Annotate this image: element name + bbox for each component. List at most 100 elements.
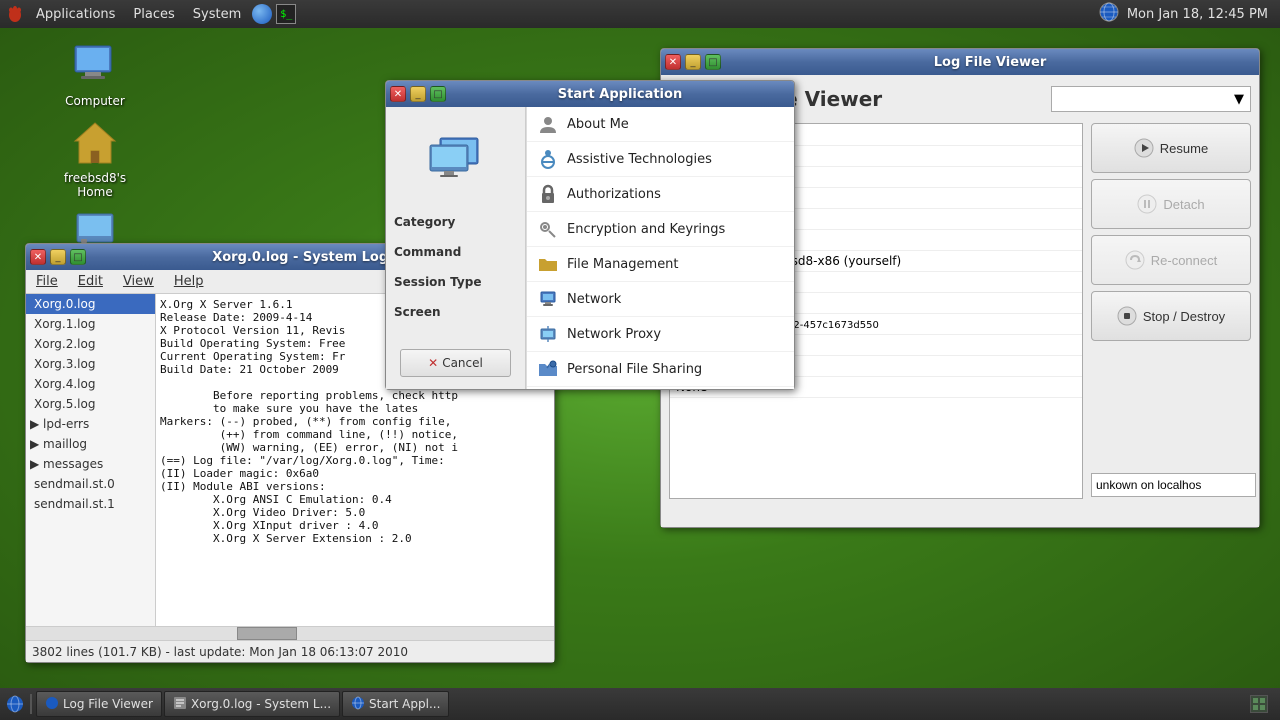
startapp-title: Start Application: [450, 87, 790, 102]
send-input[interactable]: [1091, 473, 1256, 497]
startapp-left-panel: Category Command Session Type Screen ✕ C…: [386, 107, 526, 389]
syslog-menu-view[interactable]: View: [113, 272, 164, 291]
menu-item-fileshare-label: Personal File Sharing: [567, 362, 702, 377]
resume-label: Resume: [1160, 141, 1208, 156]
home-icon: [71, 119, 119, 167]
stop-destroy-label: Stop / Destroy: [1143, 309, 1225, 324]
menu-item-encryption[interactable]: Encryption and Keyrings: [527, 212, 794, 247]
menu-item-assistive[interactable]: Assistive Technologies: [527, 142, 794, 177]
menu-item-file-sharing[interactable]: Personal File Sharing: [527, 352, 794, 387]
logfile-min-button[interactable]: _: [685, 54, 701, 70]
stop-destroy-button[interactable]: Stop / Destroy: [1091, 291, 1251, 341]
syslog-item-xorg3[interactable]: Xorg.3.log: [26, 354, 155, 374]
computer-label: Computer: [65, 94, 125, 108]
startapp-content: Category Command Session Type Screen ✕ C…: [386, 107, 794, 389]
syslog-scrollbar[interactable]: [26, 626, 554, 640]
syslog-scrollbar-thumb[interactable]: [237, 627, 297, 640]
taskbar-globe-icon: [45, 696, 59, 713]
syslog-close-button[interactable]: ✕: [30, 249, 46, 265]
menu-item-enc-label: Encryption and Keyrings: [567, 222, 725, 237]
taskbar: Log File Viewer Xorg.0.log - System L...…: [0, 688, 1280, 720]
syslog-max-button[interactable]: □: [70, 249, 86, 265]
syslog-item-xorg4[interactable]: Xorg.4.log: [26, 374, 155, 394]
startapp-session-row: Session Type: [394, 275, 517, 289]
startapp-category-row: Category: [394, 215, 517, 229]
syslog-menu-edit[interactable]: Edit: [68, 272, 113, 291]
syslog-item-xorg5[interactable]: Xorg.5.log: [26, 394, 155, 414]
startapp-min-button[interactable]: _: [410, 86, 426, 102]
menu-item-network-proxy[interactable]: Network Proxy: [527, 317, 794, 352]
menu-item-assistive-label: Assistive Technologies: [567, 152, 712, 167]
logfile-titlebar[interactable]: ✕ _ □ Log File Viewer: [661, 49, 1259, 75]
session-type-label: Session Type: [394, 275, 517, 289]
gnome-foot-icon[interactable]: [4, 3, 26, 25]
logfile-machine-dropdown[interactable]: ▼: [1051, 86, 1251, 112]
auth-icon: [537, 183, 559, 205]
syslog-item-xorg0[interactable]: Xorg.0.log: [26, 294, 155, 314]
detach-label: Detach: [1163, 197, 1204, 212]
startapp-close-button[interactable]: ✕: [390, 86, 406, 102]
command-label: Command: [394, 245, 517, 259]
logfile-max-button[interactable]: □: [705, 54, 721, 70]
layout-icon[interactable]: [1250, 695, 1268, 713]
startapp-screen-row: Screen: [394, 305, 517, 319]
detach-button[interactable]: Detach: [1091, 179, 1251, 229]
taskbar-startapp-icon: [351, 696, 365, 713]
reconnect-button[interactable]: Re-connect: [1091, 235, 1251, 285]
taskbar-startapp-btn[interactable]: Start Appl...: [342, 691, 449, 717]
taskbar-syslog-label: Xorg.0.log - System L...: [191, 697, 331, 711]
syslog-menu-file[interactable]: File: [26, 272, 68, 291]
top-panel-left: Applications Places System $_: [4, 0, 297, 28]
desktop-icon-computer[interactable]: Computer: [55, 38, 135, 112]
startapp-icon: [416, 119, 496, 199]
syslog-item-sendmail0[interactable]: sendmail.st.0: [26, 474, 155, 494]
startapp-titlebar[interactable]: ✕ _ □ Start Application: [386, 81, 794, 107]
menu-item-proxy-label: Network Proxy: [567, 327, 661, 342]
startapp-command-row: Command: [394, 245, 517, 259]
logfile-close-button[interactable]: ✕: [665, 54, 681, 70]
menu-item-about-me[interactable]: About Me: [527, 107, 794, 142]
taskbar-logfile-btn[interactable]: Log File Viewer: [36, 691, 162, 717]
folder-icon: [537, 253, 559, 275]
cancel-button[interactable]: ✕ Cancel: [400, 349, 511, 377]
taskbar-logfile-label: Log File Viewer: [63, 697, 153, 711]
network-icon[interactable]: [251, 3, 273, 25]
applications-menu[interactable]: Applications: [28, 0, 123, 28]
menu-item-notifications[interactable]: ! Pop-Up Notifications: [527, 387, 794, 389]
home-label: freebsd8's Home: [59, 171, 131, 199]
globe-icon-right: [1099, 2, 1119, 26]
syslog-item-xorg1[interactable]: Xorg.1.log: [26, 314, 155, 334]
syslog-min-button[interactable]: _: [50, 249, 66, 265]
resume-button[interactable]: Resume: [1091, 123, 1251, 173]
desktop-icon-home[interactable]: freebsd8's Home: [55, 115, 135, 203]
menu-item-authorizations[interactable]: Authorizations: [527, 177, 794, 212]
menu-item-file-mgmt[interactable]: File Management: [527, 247, 794, 282]
taskbar-syslog-btn[interactable]: Xorg.0.log - System L...: [164, 691, 340, 717]
send-area: ✉ Send: [1091, 471, 1251, 499]
taskbar-startapp-label: Start Appl...: [369, 697, 440, 711]
taskbar-sep-1: [30, 694, 32, 714]
cancel-x-icon: ✕: [428, 356, 438, 370]
top-panel-right: Mon Jan 18, 12:45 PM: [1099, 2, 1276, 26]
system-menu[interactable]: System: [185, 0, 249, 28]
taskbar-right: [1250, 695, 1276, 713]
syslog-sidebar: Xorg.0.log Xorg.1.log Xorg.2.log Xorg.3.…: [26, 294, 156, 626]
startapp-max-button[interactable]: □: [430, 86, 446, 102]
network-icon: [537, 288, 559, 310]
syslog-item-lpd[interactable]: ▶ lpd-errs: [26, 414, 155, 434]
logfile-actions: Resume Detach Re-conne: [1091, 123, 1251, 499]
menu-item-network-label: Network: [567, 292, 621, 307]
menu-item-filemgmt-label: File Management: [567, 257, 679, 272]
startapp-menu-list: About Me Assistive Technologies: [526, 107, 794, 389]
syslog-item-sendmail1[interactable]: sendmail.st.1: [26, 494, 155, 514]
syslog-item-messages[interactable]: ▶ messages: [26, 454, 155, 474]
menu-item-network[interactable]: Network: [527, 282, 794, 317]
syslog-item-maillog[interactable]: ▶ maillog: [26, 434, 155, 454]
assistive-icon: [537, 148, 559, 170]
syslog-menu-help[interactable]: Help: [164, 272, 214, 291]
taskbar-system-icon: [4, 693, 26, 715]
places-menu[interactable]: Places: [125, 0, 182, 28]
file-share-icon: [537, 358, 559, 380]
syslog-item-xorg2[interactable]: Xorg.2.log: [26, 334, 155, 354]
terminal-icon[interactable]: $_: [275, 3, 297, 25]
